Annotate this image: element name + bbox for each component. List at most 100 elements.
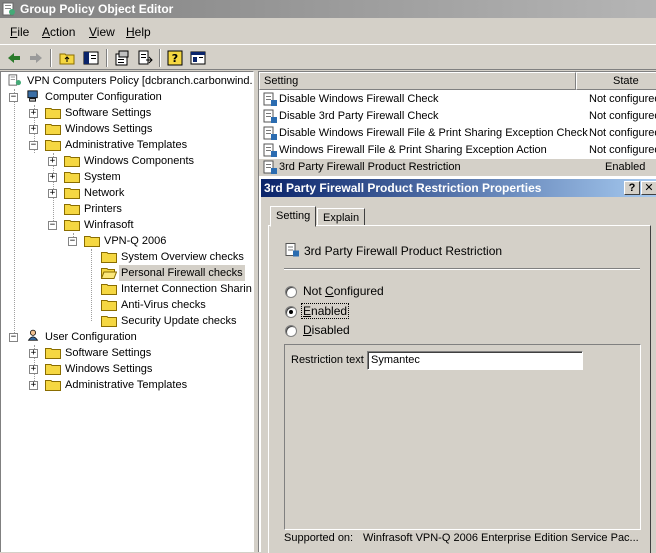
window-title: Group Policy Object Editor <box>20 2 174 16</box>
tree-root-label: VPN Computers Policy [dcbranch.carbonwin… <box>27 75 254 87</box>
list-item[interactable]: Disable Windows Firewall Check Not confi… <box>259 91 656 108</box>
policy-setting-icon <box>263 160 277 174</box>
export-list-button[interactable] <box>135 48 155 68</box>
expand-icon[interactable]: + <box>29 365 38 374</box>
collapse-icon[interactable]: − <box>9 93 18 102</box>
folder-icon <box>45 364 61 375</box>
help-icon: ? <box>628 182 636 194</box>
options-panel: Restriction text Symantec <box>284 344 641 530</box>
collapse-icon[interactable]: − <box>68 237 77 246</box>
radio-button-selected[interactable] <box>285 306 297 318</box>
folder-icon <box>64 220 80 231</box>
help-icon: ? <box>167 50 183 66</box>
console-icon <box>190 51 206 65</box>
folder-icon <box>45 380 61 391</box>
folder-icon <box>64 172 80 183</box>
menu-file[interactable]: File <box>10 25 29 39</box>
folder-icon <box>64 188 80 199</box>
folder-icon <box>84 236 100 247</box>
restriction-text-input[interactable]: Symantec <box>367 351 583 370</box>
help-button[interactable]: ? <box>165 48 185 68</box>
folder-icon <box>101 252 117 263</box>
supported-on-value: Winfrasoft VPN-Q 2006 Enterprise Edition… <box>363 532 639 544</box>
svg-text:?: ? <box>172 52 178 65</box>
properties-dialog: 3rd Party Firewall Product Restriction P… <box>260 178 656 553</box>
back-icon <box>8 53 20 63</box>
column-header-state[interactable]: State <box>576 72 656 90</box>
dialog-title-bar[interactable]: 3rd Party Firewall Product Restriction P… <box>261 179 656 197</box>
collapse-icon[interactable]: − <box>29 141 38 150</box>
toolbar-separator <box>159 49 161 67</box>
tab-setting[interactable]: Setting <box>270 206 317 227</box>
close-icon: ✕ <box>644 182 654 194</box>
folder-icon <box>101 284 117 295</box>
menu-view[interactable]: View <box>89 25 115 39</box>
radio-enabled[interactable]: Enabled <box>285 303 405 321</box>
show-hide-tree-icon <box>83 51 99 65</box>
toolbar: ? <box>0 44 656 70</box>
back-button[interactable] <box>4 48 24 68</box>
tree-pane[interactable]: VPN Computers Policy [dcbranch.carbonwin… <box>0 71 254 552</box>
column-header-setting[interactable]: Setting <box>259 72 576 90</box>
up-one-level-button[interactable] <box>57 48 77 68</box>
open-folder-icon <box>101 268 117 279</box>
show-hide-tree-button[interactable] <box>81 48 101 68</box>
folder-icon <box>45 140 61 151</box>
export-icon <box>138 50 153 65</box>
folder-icon <box>101 316 117 327</box>
policy-setting-icon <box>263 143 277 157</box>
folder-icon <box>64 204 80 215</box>
menu-help[interactable]: Help <box>126 25 151 39</box>
help-button[interactable]: ? <box>624 181 640 195</box>
forward-icon <box>30 53 42 63</box>
forward-button[interactable] <box>26 48 46 68</box>
collapse-icon[interactable]: − <box>48 221 57 230</box>
expand-icon[interactable]: + <box>48 189 57 198</box>
computer-icon <box>27 90 38 102</box>
expand-icon[interactable]: + <box>29 349 38 358</box>
toolbar-separator <box>106 49 108 67</box>
close-button[interactable]: ✕ <box>641 181 656 195</box>
expand-icon[interactable]: + <box>29 109 38 118</box>
dialog-title: 3rd Party Firewall Product Restriction P… <box>264 181 542 195</box>
properties-icon <box>115 50 129 66</box>
list-item[interactable]: Windows Firewall File & Print Sharing Ex… <box>259 142 656 159</box>
expand-icon[interactable]: + <box>29 381 38 390</box>
policy-name: 3rd Party Firewall Product Restriction <box>304 244 503 258</box>
tree-connector <box>91 249 92 321</box>
expand-icon[interactable]: + <box>48 157 57 166</box>
policy-icon <box>8 74 21 86</box>
console-button[interactable] <box>188 48 208 68</box>
radio-not-configured[interactable]: Not Configured <box>285 284 405 300</box>
folder-icon <box>45 108 61 119</box>
list-item[interactable]: Disable 3rd Party Firewall Check Not con… <box>259 108 656 125</box>
supported-on-label: Supported on: <box>284 532 354 544</box>
user-icon <box>27 329 39 341</box>
tab-explain[interactable]: Explain <box>317 208 366 226</box>
tree-connector <box>14 89 15 337</box>
expand-icon[interactable]: + <box>29 125 38 134</box>
list-item-selected[interactable]: 3rd Party Firewall Product Restriction E… <box>259 159 656 176</box>
policy-setting-icon <box>263 92 277 106</box>
radio-button[interactable] <box>285 325 297 337</box>
policy-setting-icon <box>263 126 277 140</box>
tab-panel-setting: 3rd Party Firewall Product Restriction N… <box>268 225 651 553</box>
folder-icon <box>64 156 80 167</box>
title-bar: Group Policy Object Editor <box>0 0 656 18</box>
collapse-icon[interactable]: − <box>9 333 18 342</box>
properties-button[interactable] <box>112 48 132 68</box>
list-item[interactable]: Disable Windows Firewall File & Print Sh… <box>259 125 656 142</box>
expand-icon[interactable]: + <box>48 173 57 182</box>
up-folder-icon <box>59 53 75 65</box>
policy-setting-icon <box>285 243 299 257</box>
folder-icon <box>45 348 61 359</box>
menu-action[interactable]: Action <box>42 25 75 39</box>
folder-icon <box>101 300 117 311</box>
folder-icon <box>45 124 61 135</box>
toolbar-separator <box>50 49 52 67</box>
group-policy-icon <box>2 2 15 16</box>
menu-bar: File Action View Help <box>0 22 656 42</box>
radio-disabled[interactable]: Disabled <box>285 323 405 339</box>
radio-button[interactable] <box>285 286 297 298</box>
restriction-text-label: Restriction text <box>291 354 364 366</box>
